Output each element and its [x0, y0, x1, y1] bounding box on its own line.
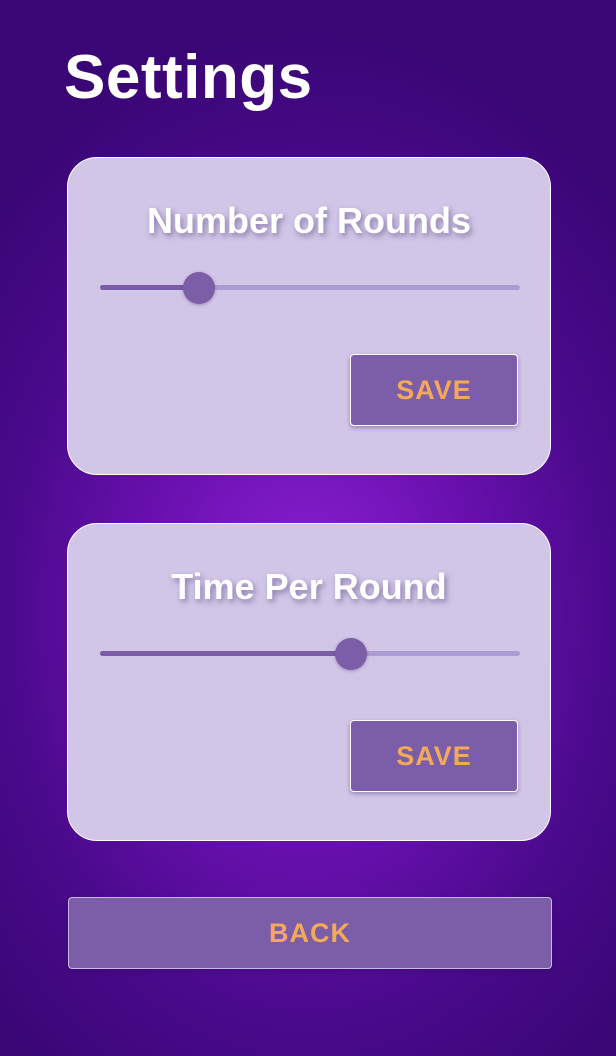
page-title: Settings [64, 43, 313, 112]
time-slider[interactable] [100, 638, 520, 670]
rounds-slider-thumb[interactable] [182, 272, 215, 304]
time-save-button[interactable]: SAVE [350, 720, 518, 792]
time-title: Time Per Round [171, 566, 447, 607]
time-card: Time Per Round SAVE [67, 523, 551, 841]
rounds-title: Number of Rounds [147, 200, 471, 241]
time-slider-thumb[interactable] [334, 638, 367, 670]
back-button[interactable]: BACK [68, 897, 552, 969]
rounds-save-button[interactable]: SAVE [350, 354, 518, 426]
rounds-slider[interactable] [100, 272, 520, 304]
time-slider-fill [100, 651, 351, 656]
rounds-card: Number of Rounds SAVE [67, 157, 551, 475]
